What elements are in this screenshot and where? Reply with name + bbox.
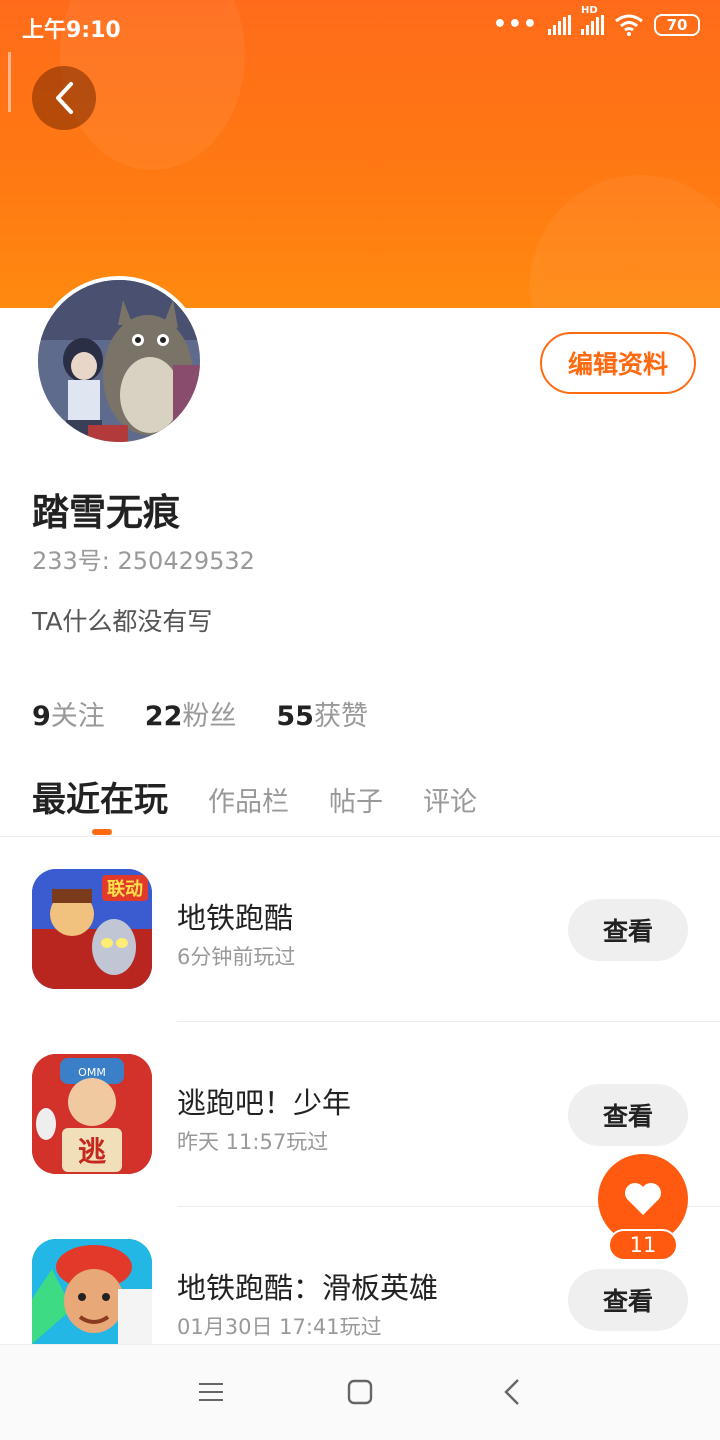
back-button[interactable] xyxy=(32,66,96,130)
home-button[interactable] xyxy=(345,1377,375,1407)
battery-icon: 70 xyxy=(654,13,700,36)
tab-recently-played[interactable]: 最近在玩 xyxy=(32,772,168,821)
stat-likes[interactable]: 55获赞 xyxy=(276,694,368,733)
banner-decoration xyxy=(530,175,720,308)
svg-text:联动: 联动 xyxy=(107,879,143,900)
game-played-time: 昨天 11:57玩过 xyxy=(177,1130,329,1154)
chevron-left-icon xyxy=(56,82,73,114)
view-button[interactable]: 查看 xyxy=(568,899,688,961)
edit-profile-button[interactable]: 编辑资料 xyxy=(540,332,696,394)
stat-label: 粉丝 xyxy=(182,701,237,732)
tab-works[interactable]: 作品栏 xyxy=(208,780,289,819)
square-icon xyxy=(347,1379,373,1405)
system-navbar xyxy=(0,1344,720,1440)
hd-label: HD xyxy=(581,4,598,16)
game-played-time: 6分钟前玩过 xyxy=(177,945,296,969)
profile-tabs: 最近在玩 作品栏 帖子 评论 xyxy=(32,772,517,821)
stat-following[interactable]: 9关注 xyxy=(32,694,105,733)
hd-signal-icon: HD xyxy=(581,5,604,35)
tab-posts[interactable]: 帖子 xyxy=(329,780,383,819)
heart-icon xyxy=(625,1183,661,1215)
bio: TA什么都没有写 xyxy=(32,607,213,636)
status-time: 上午9:10 xyxy=(22,18,121,43)
game-name: 逃跑吧！少年 xyxy=(177,1086,352,1120)
stat-label: 关注 xyxy=(50,701,105,732)
edge-handle xyxy=(8,52,11,112)
user-id: 233号: 250429532 xyxy=(32,547,255,575)
run-away-boy-icon: OMM 逃 xyxy=(32,1054,152,1174)
active-tab-indicator xyxy=(92,829,112,835)
subway-surfers-skate-icon xyxy=(32,1239,152,1344)
battery-level: 70 xyxy=(666,15,688,34)
stat-number: 22 xyxy=(144,701,183,732)
wifi-icon xyxy=(615,14,643,36)
status-bar: 上午9:10 ••• HD 70 xyxy=(0,0,720,52)
avatar-image xyxy=(38,280,200,442)
system-back-button[interactable] xyxy=(497,1377,527,1407)
svg-text:逃: 逃 xyxy=(78,1135,106,1168)
signal-icon xyxy=(548,14,571,35)
chevron-left-icon xyxy=(504,1379,519,1405)
stat-number: 55 xyxy=(276,701,314,732)
view-button[interactable]: 查看 xyxy=(568,1084,688,1146)
stat-number: 9 xyxy=(32,701,51,732)
game-name: 地铁跑酷 xyxy=(177,901,294,935)
svg-text:OMM: OMM xyxy=(78,1066,106,1079)
menu-icon xyxy=(199,1383,223,1401)
game-name: 地铁跑酷：滑板英雄 xyxy=(177,1271,439,1305)
stat-label: 获赞 xyxy=(313,701,368,732)
view-button[interactable]: 查看 xyxy=(568,1269,688,1331)
status-icons: ••• HD 70 xyxy=(492,5,700,37)
subway-surfers-ultraman-icon: 联动 xyxy=(32,869,152,989)
notification-dots: ••• xyxy=(492,12,538,37)
stats-row: 9关注 22粉丝 55获赞 xyxy=(32,694,368,733)
tab-comments[interactable]: 评论 xyxy=(423,780,477,819)
menu-button[interactable] xyxy=(196,1377,226,1407)
like-count-badge: 11 xyxy=(608,1229,678,1261)
stat-followers[interactable]: 22粉丝 xyxy=(145,694,237,733)
list-item[interactable]: 联动 地铁跑酷 6分钟前玩过 查看 xyxy=(0,837,720,1022)
avatar[interactable] xyxy=(34,276,204,446)
username: 踏雪无痕 xyxy=(32,491,180,534)
game-played-time: 01月30日 17:41玩过 xyxy=(177,1315,382,1339)
